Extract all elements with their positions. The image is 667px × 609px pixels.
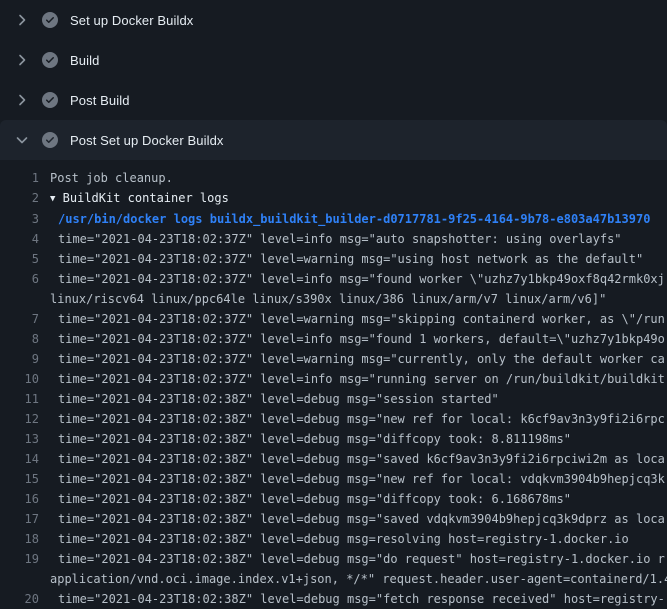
line-number[interactable]: 18	[0, 529, 50, 549]
workflow-steps-panel: Set up Docker Buildx Build Post Build Po…	[0, 0, 667, 609]
section-label: Post Set up Docker Buildx	[70, 133, 224, 148]
line-number[interactable]: 13	[0, 429, 50, 449]
log-line: 1 Post job cleanup.	[0, 168, 667, 188]
log-line: 15 time="2021-04-23T18:02:38Z" level=deb…	[0, 469, 667, 489]
line-text: /usr/bin/docker logs buildx_buildkit_bui…	[50, 209, 650, 229]
log-line-continuation: application/vnd.oci.image.index.v1+json,…	[0, 569, 667, 589]
line-text: time="2021-04-23T18:02:37Z" level=info m…	[50, 369, 665, 389]
line-number[interactable]: 9	[0, 349, 50, 369]
line-number[interactable]: 7	[0, 309, 50, 329]
log-line: 14 time="2021-04-23T18:02:38Z" level=deb…	[0, 449, 667, 469]
line-number[interactable]: 14	[0, 449, 50, 469]
group-toggle-triangle-icon[interactable]: ▼	[50, 194, 55, 204]
line-number[interactable]: 4	[0, 229, 50, 249]
line-text: linux/riscv64 linux/ppc64le linux/s390x …	[50, 289, 606, 309]
line-number[interactable]: 19	[0, 549, 50, 569]
line-number[interactable]: 5	[0, 249, 50, 269]
line-number[interactable]: 15	[0, 469, 50, 489]
line-text: time="2021-04-23T18:02:38Z" level=debug …	[50, 409, 665, 429]
line-number[interactable]: 3	[0, 209, 50, 229]
line-text: time="2021-04-23T18:02:38Z" level=debug …	[50, 509, 665, 529]
line-number[interactable]: 10	[0, 369, 50, 389]
log-lines: 1 Post job cleanup. 2 ▼ BuildKit contain…	[0, 168, 667, 609]
section-label: Build	[70, 53, 99, 68]
line-text: time="2021-04-23T18:02:37Z" level=warnin…	[50, 349, 665, 369]
line-text: time="2021-04-23T18:02:38Z" level=debug …	[50, 429, 571, 449]
section-header-post-set-up-docker-buildx[interactable]: Post Set up Docker Buildx	[0, 120, 667, 160]
chevron-right-icon	[14, 12, 30, 28]
log-group-toggle[interactable]: 2 ▼ BuildKit container logs	[0, 188, 667, 209]
line-text: Post job cleanup.	[50, 168, 173, 188]
line-text: time="2021-04-23T18:02:37Z" level=info m…	[50, 229, 622, 249]
line-number[interactable]: 12	[0, 409, 50, 429]
log-line-continuation: linux/riscv64 linux/ppc64le linux/s390x …	[0, 289, 667, 309]
log-line: 4 time="2021-04-23T18:02:37Z" level=info…	[0, 229, 667, 249]
log-line: 18 time="2021-04-23T18:02:38Z" level=deb…	[0, 529, 667, 549]
line-text: time="2021-04-23T18:02:38Z" level=debug …	[50, 549, 665, 569]
log-line: 19 time="2021-04-23T18:02:38Z" level=deb…	[0, 549, 667, 569]
chevron-right-icon	[14, 92, 30, 108]
section-header-build[interactable]: Build	[0, 40, 667, 80]
line-text: time="2021-04-23T18:02:38Z" level=debug …	[50, 389, 499, 409]
line-number[interactable]: 20	[0, 589, 50, 609]
line-text: time="2021-04-23T18:02:38Z" level=debug …	[50, 529, 629, 549]
line-text: time="2021-04-23T18:02:37Z" level=info m…	[50, 329, 665, 349]
line-text: time="2021-04-23T18:02:37Z" level=warnin…	[50, 249, 643, 269]
check-circle-icon	[42, 92, 58, 108]
line-number[interactable]: 1	[0, 168, 50, 188]
log-line: 10 time="2021-04-23T18:02:37Z" level=inf…	[0, 369, 667, 389]
check-circle-icon	[42, 12, 58, 28]
log-line: 3 /usr/bin/docker logs buildx_buildkit_b…	[0, 209, 667, 229]
line-text: time="2021-04-23T18:02:38Z" level=debug …	[50, 489, 571, 509]
line-text: time="2021-04-23T18:02:38Z" level=debug …	[50, 449, 665, 469]
chevron-right-icon	[14, 52, 30, 68]
log-viewer: 1 Post job cleanup. 2 ▼ BuildKit contain…	[0, 160, 667, 609]
log-line: 12 time="2021-04-23T18:02:38Z" level=deb…	[0, 409, 667, 429]
line-number[interactable]: 6	[0, 269, 50, 289]
line-number[interactable]: 8	[0, 329, 50, 349]
section-header-post-build[interactable]: Post Build	[0, 80, 667, 120]
section-label: Set up Docker Buildx	[70, 13, 193, 28]
section-label: Post Build	[70, 93, 130, 108]
check-circle-icon	[42, 132, 58, 148]
line-text: time="2021-04-23T18:02:38Z" level=debug …	[50, 469, 665, 489]
line-number[interactable]: 17	[0, 509, 50, 529]
line-number[interactable]: 11	[0, 389, 50, 409]
log-line: 5 time="2021-04-23T18:02:37Z" level=warn…	[0, 249, 667, 269]
line-text: time="2021-04-23T18:02:38Z" level=debug …	[50, 589, 665, 609]
line-number[interactable]	[0, 569, 50, 589]
line-number[interactable]: 2	[0, 188, 50, 209]
chevron-down-icon	[14, 132, 30, 148]
line-number[interactable]	[0, 289, 50, 309]
line-text: time="2021-04-23T18:02:37Z" level=info m…	[50, 269, 665, 289]
line-text: ▼ BuildKit container logs	[50, 188, 229, 209]
log-line: 13 time="2021-04-23T18:02:38Z" level=deb…	[0, 429, 667, 449]
log-line: 11 time="2021-04-23T18:02:38Z" level=deb…	[0, 389, 667, 409]
log-line: 7 time="2021-04-23T18:02:37Z" level=warn…	[0, 309, 667, 329]
log-line: 6 time="2021-04-23T18:02:37Z" level=info…	[0, 269, 667, 289]
log-line: 17 time="2021-04-23T18:02:38Z" level=deb…	[0, 509, 667, 529]
log-line: 16 time="2021-04-23T18:02:38Z" level=deb…	[0, 489, 667, 509]
log-line: 8 time="2021-04-23T18:02:37Z" level=info…	[0, 329, 667, 349]
line-text: time="2021-04-23T18:02:37Z" level=warnin…	[50, 309, 665, 329]
log-line: 9 time="2021-04-23T18:02:37Z" level=warn…	[0, 349, 667, 369]
section-header-set-up-docker-buildx[interactable]: Set up Docker Buildx	[0, 0, 667, 40]
log-line: 20 time="2021-04-23T18:02:38Z" level=deb…	[0, 589, 667, 609]
check-circle-icon	[42, 52, 58, 68]
line-text: application/vnd.oci.image.index.v1+json,…	[50, 569, 667, 589]
line-number[interactable]: 16	[0, 489, 50, 509]
